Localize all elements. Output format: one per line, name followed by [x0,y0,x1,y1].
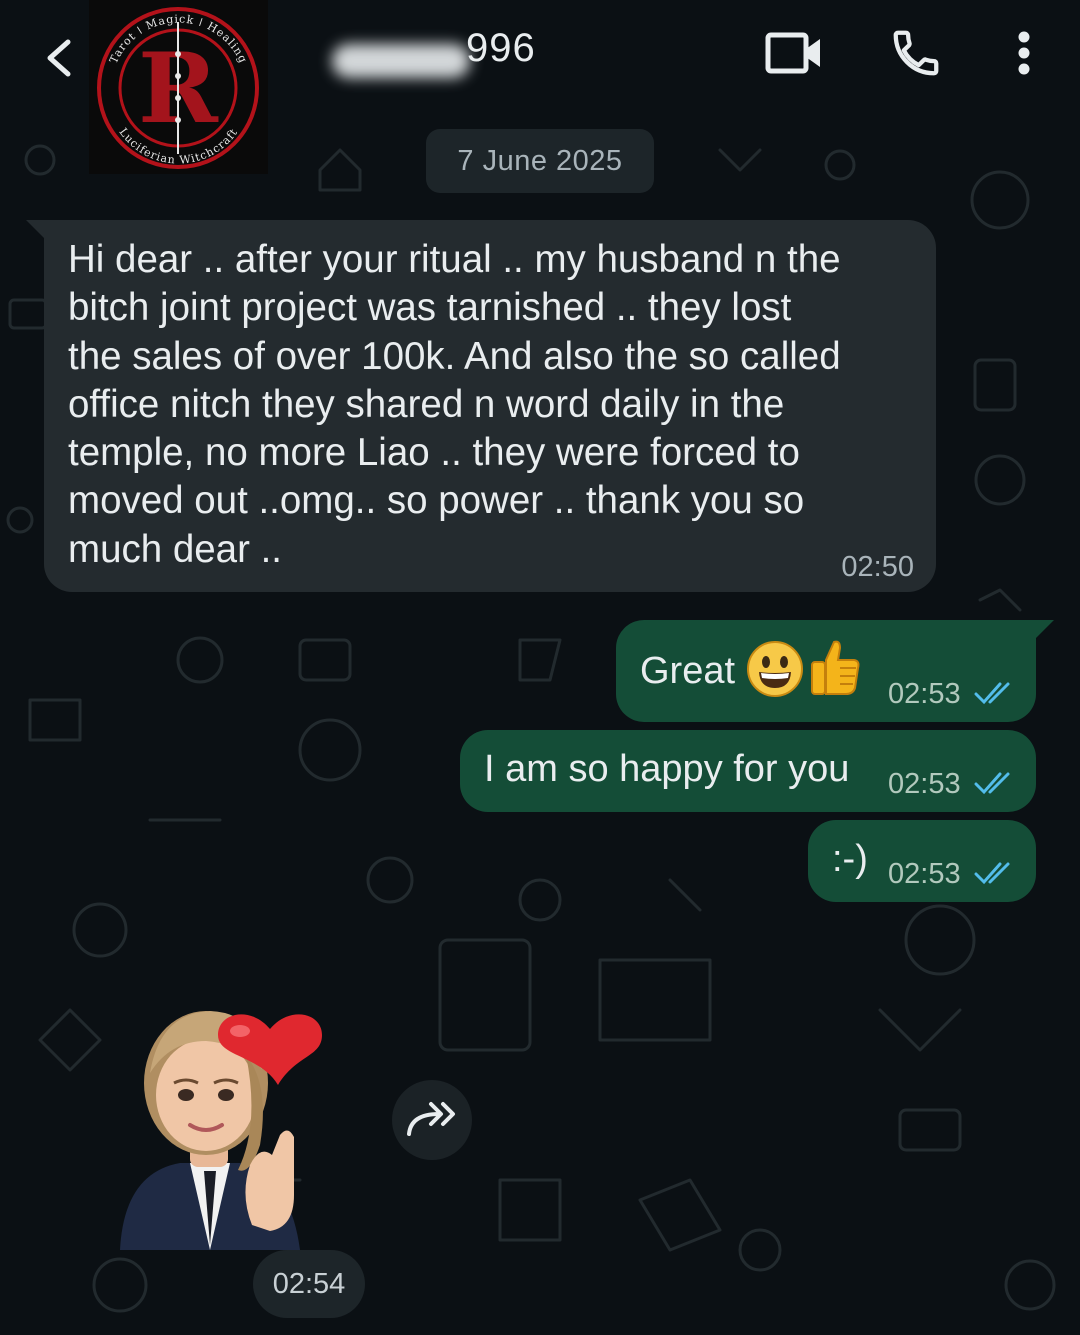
avatar-heart-sticker[interactable] [110,995,325,1250]
thumbs-up-emoji [808,638,862,701]
redacted-contact-name [332,44,470,78]
outgoing-message-bubble[interactable]: :-) 02:53 [808,820,1036,902]
contact-name[interactable]: 996 [466,26,536,71]
message-time: 02:53 [888,678,961,710]
sticker-time: 02:54 [253,1250,365,1318]
message-text: Hi dear .. after your ritual .. my husba… [68,238,841,571]
message-time: 02:53 [888,858,961,890]
back-arrow-icon[interactable] [28,26,86,84]
message-text: I am so happy for you [484,748,850,790]
read-receipt-icon [974,682,1010,705]
message-text: :-) [832,838,868,880]
message-time: 02:50 [841,551,914,583]
date-separator: 7 June 2025 [426,129,654,193]
read-receipt-icon [974,862,1010,885]
phone-icon[interactable] [884,24,948,82]
contact-avatar[interactable]: Tarot ǀ Magick ǀ Healing Luciferian Witc… [89,0,268,174]
message-text: Great [640,650,736,692]
forward-icon[interactable] [392,1080,472,1160]
video-call-icon[interactable] [762,24,826,82]
outgoing-message-bubble[interactable]: Great 02:53 [616,620,1054,722]
incoming-message-bubble[interactable]: Hi dear .. after your ritual .. my husba… [26,220,936,592]
outgoing-message-bubble[interactable]: I am so happy for you 02:53 [460,730,1036,812]
read-receipt-icon [974,772,1010,795]
grinning-face-emoji [746,640,804,703]
message-time: 02:53 [888,768,961,800]
more-options-icon[interactable] [992,24,1056,82]
